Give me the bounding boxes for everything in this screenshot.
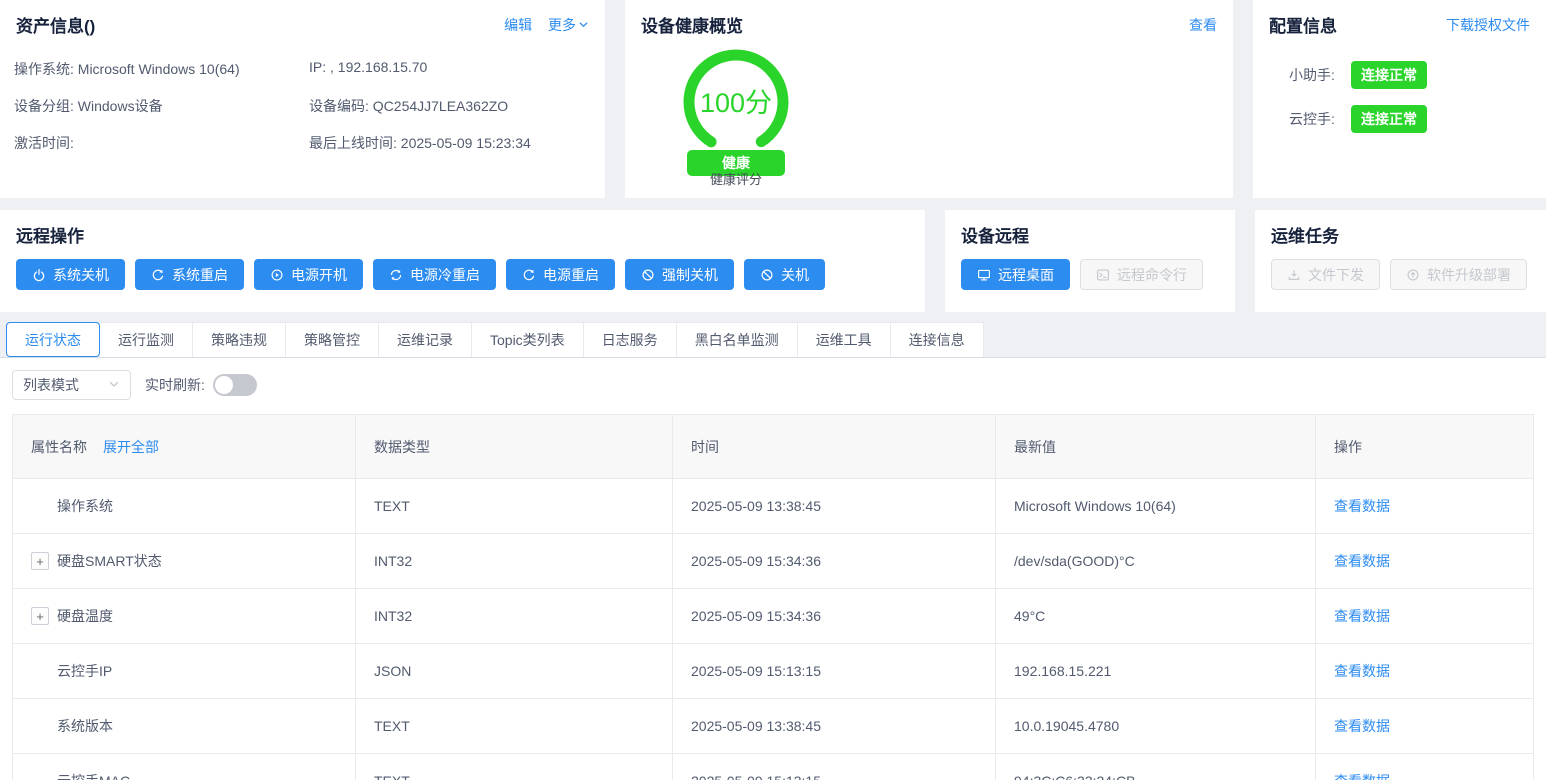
tab-blackwhite-monitor[interactable]: 黑白名单监测 [677,322,798,357]
view-data-link[interactable]: 查看数据 [1334,661,1390,681]
col-attr-name: 属性名称 [31,437,87,457]
remote-operations-panel: 远程操作 系统关机 系统重启 电源开机 电源冷重启 电源重启 [0,210,925,312]
view-data-link[interactable]: 查看数据 [1334,606,1390,626]
power-on-button[interactable]: 电源开机 [254,259,363,290]
top-row: 资产信息() 编辑 更多 操作系统: Microsoft Windows 10(… [0,0,1546,198]
config-title: 配置信息 [1269,12,1337,37]
realtime-refresh-toggle[interactable] [213,374,257,396]
health-view-link[interactable]: 查看 [1189,15,1217,35]
table-header-row: 属性名称展开全部 数据类型 时间 最新值 操作 [13,415,1534,479]
ban-icon [760,268,774,282]
health-gauge: 100分 健康评分 健康 [677,45,795,176]
ops-tasks-title: 运维任务 [1271,222,1339,247]
asset-field-last-online: 最后上线时间: 2025-05-09 15:23:34 [309,133,591,153]
device-health-panel: 设备健康概览 查看 100分 健康评分 健康 [625,0,1233,198]
tab-running-monitor[interactable]: 运行监测 [100,322,193,357]
table-row: 云控手MAC TEXT 2025-05-09 15:13:15 94:3C:C6… [13,754,1534,780]
asset-field-os: 操作系统: Microsoft Windows 10(64) [14,59,309,79]
tab-ops-records[interactable]: 运维记录 [379,322,472,357]
col-latest-value: 最新值 [996,415,1316,479]
terminal-icon [1096,268,1110,282]
tab-content: 列表模式 实时刷新: 属性名称展开全部 数据类型 时间 最新值 操作 操作系统 … [0,358,1546,780]
view-data-link[interactable]: 查看数据 [1334,496,1390,516]
device-remote-panel: 设备远程 远程桌面 远程命令行 [945,210,1235,312]
upload-circle-icon [1406,268,1420,282]
reload-icon [151,268,165,282]
expand-button[interactable]: + [31,552,49,570]
chevron-down-icon [578,19,589,30]
monitor-icon [977,268,991,282]
health-score-label: 健康评分 [677,169,795,188]
system-restart-button[interactable]: 系统重启 [135,259,244,290]
table-row: 云控手IP JSON 2025-05-09 15:13:15 192.168.1… [13,644,1534,699]
health-title: 设备健康概览 [641,12,743,37]
tab-policy-violation[interactable]: 策略违规 [193,322,286,357]
asset-info-panel: 资产信息() 编辑 更多 操作系统: Microsoft Windows 10(… [0,0,605,198]
tab-policy-control[interactable]: 策略管控 [286,322,379,357]
ban-icon [641,268,655,282]
play-circle-icon [270,268,284,282]
asset-field-group: 设备分组: Windows设备 [14,96,309,116]
chevron-down-icon [108,378,120,390]
table-row: 系统版本 TEXT 2025-05-09 13:38:45 10.0.19045… [13,699,1534,754]
refresh-icon [389,268,403,282]
power-icon [32,268,46,282]
asset-info-title: 资产信息() [16,12,95,37]
remote-cli-button[interactable]: 远程命令行 [1080,259,1203,290]
toggle-knob [215,376,233,394]
tab-running-status[interactable]: 运行状态 [6,322,100,357]
config-row-cloud-controller: 云控手: 连接正常 [1289,105,1546,133]
view-data-link[interactable]: 查看数据 [1334,716,1390,736]
health-score: 100分 [677,81,795,120]
table-row: +硬盘温度 INT32 2025-05-09 15:34:36 49°C 查看数… [13,589,1534,644]
asset-field-activate-time: 激活时间: [14,133,309,153]
col-data-type: 数据类型 [356,415,673,479]
list-mode-select[interactable]: 列表模式 [12,370,131,400]
asset-field-code: 设备编码: QC254JJ7LEA362ZO [309,96,591,116]
remote-ops-title: 远程操作 [16,222,84,247]
tab-bar: 运行状态 运行监测 策略违规 策略管控 运维记录 Topic类列表 日志服务 黑… [0,322,1546,358]
table-row: +硬盘SMART状态 INT32 2025-05-09 15:34:36 /de… [13,534,1534,589]
download-license-link[interactable]: 下载授权文件 [1446,15,1530,35]
col-action: 操作 [1316,415,1534,479]
software-upgrade-deploy-button[interactable]: 软件升级部署 [1390,259,1527,290]
assistant-status-badge: 连接正常 [1351,61,1427,89]
ops-tasks-panel: 运维任务 文件下发 软件升级部署 [1255,210,1546,312]
table-row: 操作系统 TEXT 2025-05-09 13:38:45 Microsoft … [13,479,1534,534]
expand-all-link[interactable]: 展开全部 [103,437,159,457]
force-shutdown-button[interactable]: 强制关机 [625,259,734,290]
expand-button[interactable]: + [31,607,49,625]
reload-icon [522,268,536,282]
config-info-panel: 配置信息 下载授权文件 小助手: 连接正常 云控手: 连接正常 [1253,0,1546,198]
realtime-refresh-label: 实时刷新: [145,375,205,395]
more-link[interactable]: 更多 [548,15,589,35]
edit-link[interactable]: 编辑 [504,15,532,35]
cloud-controller-status-badge: 连接正常 [1351,105,1427,133]
tab-log-service[interactable]: 日志服务 [584,322,677,357]
shutdown-button[interactable]: 关机 [744,259,825,290]
tab-topic-list[interactable]: Topic类列表 [472,322,584,357]
asset-field-ip: IP: , 192.168.15.70 [309,59,591,79]
view-data-link[interactable]: 查看数据 [1334,551,1390,571]
remote-desktop-button[interactable]: 远程桌面 [961,259,1070,290]
device-remote-title: 设备远程 [961,222,1029,247]
action-row: 远程操作 系统关机 系统重启 电源开机 电源冷重启 电源重启 [0,210,1546,312]
attributes-table: 属性名称展开全部 数据类型 时间 最新值 操作 操作系统 TEXT 2025-0… [12,414,1534,780]
download-icon [1287,268,1301,282]
config-row-assistant: 小助手: 连接正常 [1289,61,1546,89]
col-time: 时间 [673,415,996,479]
tab-connection-info[interactable]: 连接信息 [891,322,984,357]
tab-ops-tools[interactable]: 运维工具 [798,322,891,357]
power-cold-restart-button[interactable]: 电源冷重启 [373,259,496,290]
file-dispatch-button[interactable]: 文件下发 [1271,259,1380,290]
view-data-link[interactable]: 查看数据 [1334,771,1390,780]
system-shutdown-button[interactable]: 系统关机 [16,259,125,290]
power-restart-button[interactable]: 电源重启 [506,259,615,290]
